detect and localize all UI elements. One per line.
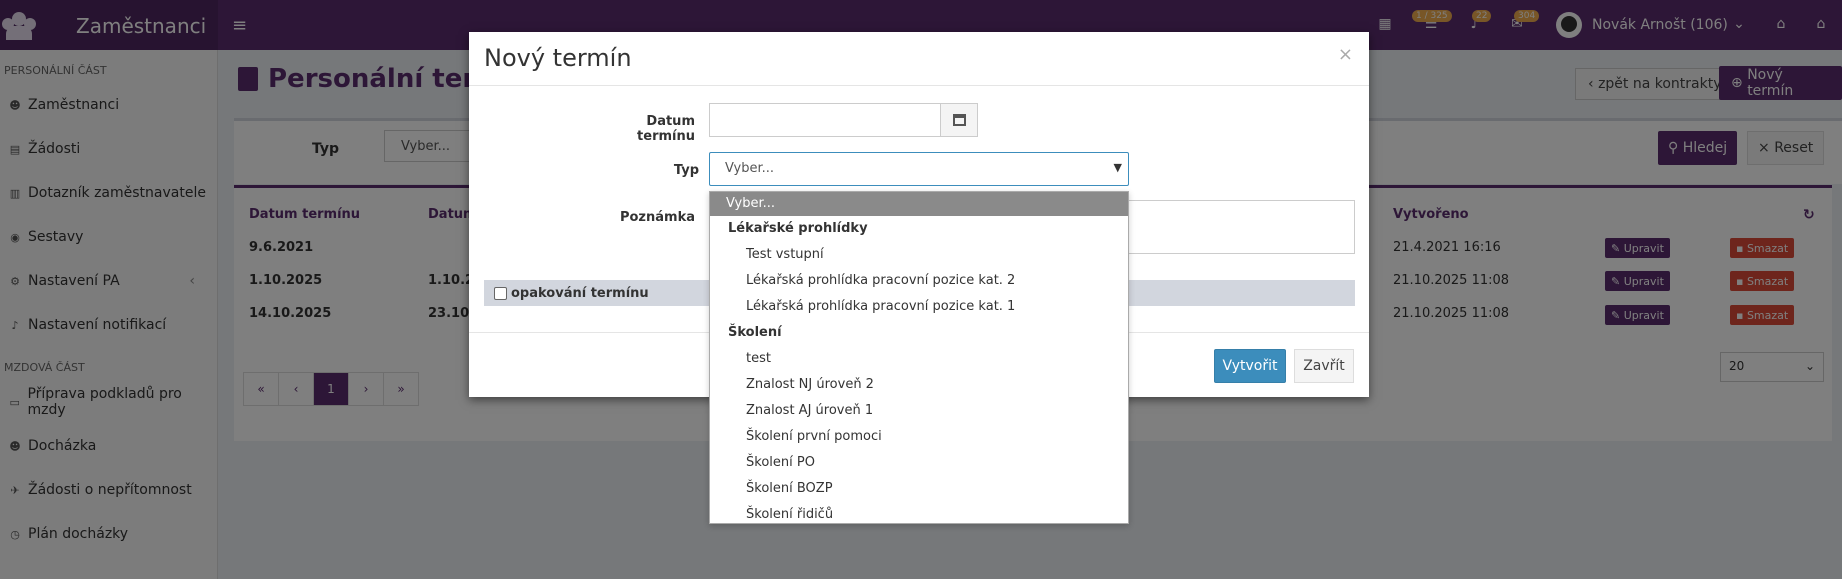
dropdown-option[interactable]: Lékařská prohlídka pracovní pozice kat. … <box>710 294 1128 320</box>
dropdown-option[interactable]: Znalost NJ úroveň 2 <box>710 372 1128 398</box>
dropdown-option[interactable]: test <box>710 346 1128 372</box>
close-icon[interactable]: × <box>1338 44 1353 65</box>
repeat-checkbox[interactable] <box>494 286 507 300</box>
note-label: Poznámka <box>619 210 695 225</box>
dropdown-option[interactable]: Školení PO <box>710 450 1128 476</box>
repeat-label: opakování termínu <box>511 285 649 301</box>
modal-header: Nový termín × <box>469 32 1369 86</box>
type-select[interactable]: Vyber... ▼ <box>709 152 1129 186</box>
dropdown-option-selected[interactable]: Vyber... <box>710 192 1128 216</box>
close-button[interactable]: Zavřít <box>1294 349 1354 383</box>
dropdown-group-label: Lékařské prohlídky <box>728 221 868 236</box>
dropdown-option[interactable]: Školení první pomoci <box>710 424 1128 450</box>
dropdown-option[interactable]: Znalost AJ úroveň 1 <box>710 398 1128 424</box>
modal-title: Nový termín <box>484 44 632 72</box>
create-button[interactable]: Vytvořit <box>1214 349 1286 383</box>
date-label: Datum termínu <box>637 114 695 144</box>
dropdown-option[interactable]: Školení BOZP <box>710 476 1128 502</box>
dropdown-option[interactable]: Lékařská prohlídka pracovní pozice kat. … <box>710 268 1128 294</box>
date-input[interactable] <box>709 103 941 137</box>
calendar-icon <box>952 114 966 126</box>
type-label: Typ <box>673 163 699 178</box>
dropdown-group-label: Školení <box>728 325 782 340</box>
date-picker-button[interactable] <box>940 103 978 137</box>
dropdown-option[interactable]: Test vstupní <box>710 242 1128 268</box>
chevron-down-icon: ▼ <box>1113 161 1122 174</box>
type-dropdown-list: Vyber... Lékařské prohlídky Test vstupní… <box>709 191 1129 524</box>
dropdown-option[interactable]: Školení řidičů <box>710 502 1128 528</box>
